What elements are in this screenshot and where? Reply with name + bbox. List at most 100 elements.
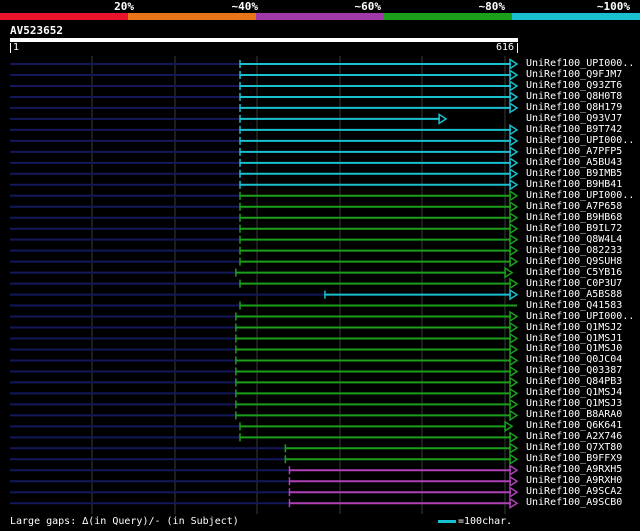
hit-row[interactable]: [10, 277, 519, 290]
hit-arrow: [509, 211, 519, 224]
hit-label[interactable]: UniRef100_Q1MSJ1: [526, 333, 622, 344]
hit-row[interactable]: [10, 376, 519, 389]
hit-row[interactable]: [10, 453, 519, 466]
hit-row[interactable]: [10, 69, 519, 81]
hit-arrow: [509, 409, 519, 422]
hit-row[interactable]: [10, 321, 519, 334]
hit-label[interactable]: UniRef100_Q1MSJ0: [526, 343, 622, 354]
hit-label[interactable]: UniRef100_Q8H0T8: [526, 91, 622, 102]
hit-label[interactable]: UniRef100_A9RXH0: [526, 475, 622, 486]
hit-row[interactable]: [10, 365, 519, 378]
hit-row[interactable]: [10, 409, 519, 422]
hit-label[interactable]: UniRef100_Q93VJ7: [526, 113, 622, 124]
hit-arrow: [509, 277, 519, 290]
hit-arrow: [509, 486, 519, 499]
hit-row[interactable]: [10, 189, 519, 202]
hit-label[interactable]: UniRef100_C0P3U7: [526, 278, 622, 289]
hit-row[interactable]: [10, 134, 519, 147]
hit-label[interactable]: UniRef100_Q1MSJ2: [526, 322, 622, 333]
hit-arrow: [509, 255, 519, 268]
hit-row[interactable]: [10, 387, 519, 400]
hit-row[interactable]: [10, 475, 519, 488]
hit-label[interactable]: UniRef100_B9HB68: [526, 212, 622, 223]
hit-label[interactable]: UniRef100_B9IL72: [526, 223, 622, 234]
hit-row[interactable]: [10, 58, 519, 70]
scale-label: =100char.: [458, 516, 513, 527]
hit-label[interactable]: UniRef100_O82233: [526, 245, 622, 256]
hit-row[interactable]: [10, 354, 519, 367]
hit-row[interactable]: [10, 124, 519, 136]
hit-label[interactable]: UniRef100_UPI000..: [526, 135, 634, 146]
hit-label[interactable]: UniRef100_A9RXH5: [526, 464, 622, 475]
hit-label[interactable]: UniRef100_B9T742: [526, 124, 622, 135]
hit-row[interactable]: [10, 156, 519, 169]
hit-row[interactable]: [10, 113, 448, 125]
hit-label[interactable]: UniRef100_Q1MSJ4: [526, 387, 622, 398]
hit-row[interactable]: [10, 288, 519, 301]
hit-row[interactable]: [10, 431, 519, 444]
hit-label[interactable]: UniRef100_Q1MSJ3: [526, 398, 622, 409]
hit-row[interactable]: [10, 145, 519, 158]
hit-arrow: [509, 145, 519, 158]
hit-label[interactable]: UniRef100_A5BS88: [526, 289, 622, 300]
hit-row[interactable]: [10, 497, 519, 510]
hit-row[interactable]: [10, 80, 519, 92]
hit-row[interactable]: [10, 301, 517, 310]
hit-label[interactable]: UniRef100_B9IMB5: [526, 168, 622, 179]
hit-label[interactable]: UniRef100_Q7XT80: [526, 442, 622, 453]
hit-label[interactable]: UniRef100_UPI000..: [526, 58, 634, 69]
hit-label[interactable]: UniRef100_Q84PB3: [526, 376, 622, 387]
hit-row[interactable]: [10, 211, 519, 224]
hit-label[interactable]: UniRef100_A9SCB0: [526, 497, 622, 508]
hit-row[interactable]: [10, 222, 519, 235]
hit-label[interactable]: UniRef100_A5BU43: [526, 157, 622, 168]
hit-label[interactable]: UniRef100_Q03387: [526, 365, 622, 376]
hit-label[interactable]: UniRef100_Q8W4L4: [526, 234, 622, 245]
hit-arrow: [509, 189, 519, 202]
hit-row[interactable]: [10, 102, 519, 114]
hit-row[interactable]: [10, 200, 519, 213]
hit-row[interactable]: [10, 420, 514, 433]
hit-row[interactable]: [10, 244, 519, 257]
hit-arrow: [509, 343, 519, 356]
hit-row[interactable]: [10, 464, 519, 477]
hit-label[interactable]: UniRef100_A7PFP5: [526, 146, 622, 157]
hit-arrow: [509, 233, 519, 246]
hit-label[interactable]: UniRef100_Q9FJM7: [526, 69, 622, 80]
hit-label[interactable]: UniRef100_B8ARA0: [526, 409, 622, 420]
hit-label[interactable]: UniRef100_UPI000..: [526, 190, 634, 201]
hit-row[interactable]: [10, 178, 519, 191]
hit-label[interactable]: UniRef100_Q41583: [526, 300, 622, 311]
hit-row[interactable]: [10, 442, 519, 455]
hit-row[interactable]: [10, 167, 519, 180]
hit-label[interactable]: UniRef100_A7P658: [526, 201, 622, 212]
hit-label[interactable]: UniRef100_UPI000..: [526, 311, 634, 322]
hit-label[interactable]: UniRef100_Q9SUH8: [526, 256, 622, 267]
hit-label[interactable]: UniRef100_Q8H179: [526, 102, 622, 113]
hit-arrow: [509, 167, 519, 180]
hit-row[interactable]: [10, 332, 519, 345]
hit-label[interactable]: UniRef100_A2X746: [526, 431, 622, 442]
hit-arrow: [509, 398, 519, 411]
hit-row[interactable]: [10, 398, 519, 411]
hit-label[interactable]: UniRef100_Q0JC04: [526, 354, 622, 365]
hit-label[interactable]: UniRef100_A9SCA2: [526, 486, 622, 497]
hit-row[interactable]: [10, 233, 519, 246]
hit-arrow: [509, 200, 519, 213]
hit-label[interactable]: UniRef100_B9FFX9: [526, 453, 622, 464]
hit-arrow: [509, 453, 519, 466]
hit-row[interactable]: [10, 486, 519, 499]
hit-label[interactable]: UniRef100_Q93ZT6: [526, 80, 622, 91]
hit-label[interactable]: UniRef100_B9HB41: [526, 179, 622, 190]
hit-arrow: [509, 244, 519, 257]
hit-label[interactable]: UniRef100_Q6K641: [526, 420, 622, 431]
hit-label[interactable]: UniRef100_C5YB16: [526, 267, 622, 278]
hit-row[interactable]: [10, 91, 519, 103]
hit-row[interactable]: [10, 255, 519, 268]
hit-arrow: [509, 365, 519, 378]
hit-row[interactable]: [10, 266, 514, 279]
hit-arrow: [504, 266, 514, 279]
hit-row[interactable]: [10, 343, 519, 356]
hit-row[interactable]: [10, 310, 519, 323]
hit-arrow: [509, 134, 519, 147]
